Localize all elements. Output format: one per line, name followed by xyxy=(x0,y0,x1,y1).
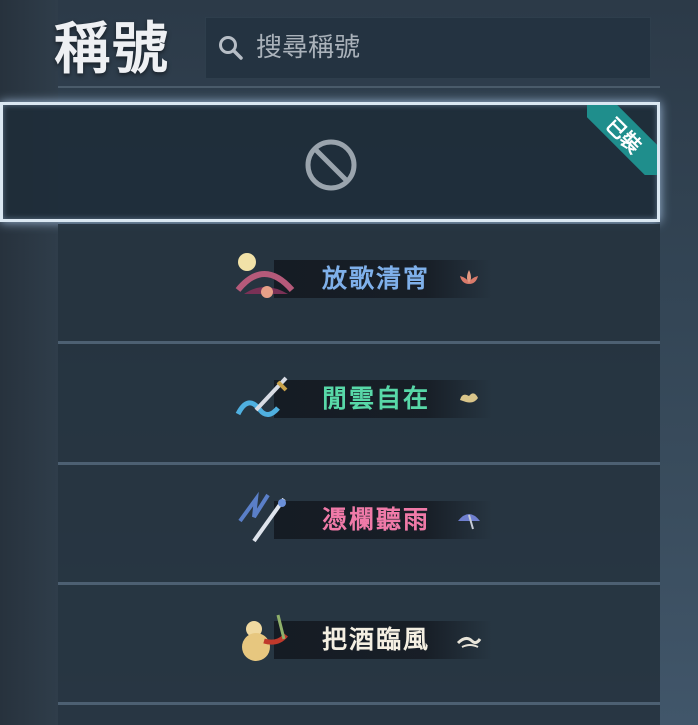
search-box[interactable] xyxy=(205,17,651,79)
title-badge: 把酒臨風 xyxy=(234,611,492,665)
search-input[interactable] xyxy=(254,32,638,64)
cloud-icon xyxy=(460,393,478,403)
no-title-icon xyxy=(303,137,359,193)
search-icon xyxy=(218,35,244,61)
title-name: 把酒臨風 xyxy=(322,625,431,654)
header-divider xyxy=(58,86,660,88)
page-title: 稱號 xyxy=(54,16,170,82)
title-row-partial[interactable] xyxy=(58,705,660,725)
title-row[interactable]: 把酒臨風 xyxy=(58,585,660,705)
title-name: 放歌清宵 xyxy=(322,264,431,293)
moon-lantern-icon xyxy=(235,253,295,298)
title-row[interactable]: 閒雲自在 xyxy=(58,344,660,465)
title-name: 憑欄聽雨 xyxy=(322,505,431,534)
equipped-badge: 已裝 xyxy=(587,105,657,175)
wine-gourd-icon xyxy=(242,614,288,661)
sword-wave-icon xyxy=(235,376,288,417)
wind-swirl-icon xyxy=(456,636,482,648)
bamboo-sword-icon xyxy=(238,491,286,543)
umbrella-icon xyxy=(458,514,480,530)
title-badge: 放歌清宵 xyxy=(234,250,492,304)
title-badge: 閒雲自在 xyxy=(234,370,492,424)
lotus-icon xyxy=(460,270,478,284)
title-row[interactable]: 憑欄聽雨 xyxy=(58,465,660,585)
title-row[interactable]: 放歌清宵 xyxy=(58,224,660,344)
title-row-none[interactable]: 已裝 xyxy=(0,102,660,222)
equipped-badge-label: 已裝 xyxy=(587,105,657,175)
title-name: 閒雲自在 xyxy=(322,384,431,413)
title-badge: 憑欄聽雨 xyxy=(234,491,492,545)
